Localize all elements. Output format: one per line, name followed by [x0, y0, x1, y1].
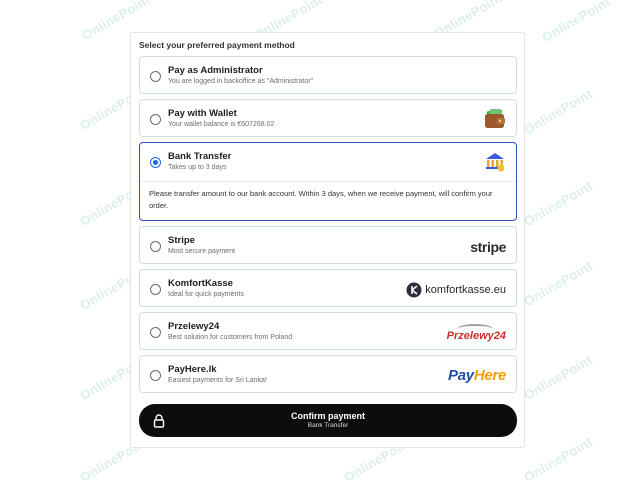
bank-icon [484, 151, 506, 173]
option-subtitle: Most secure payment [168, 248, 235, 255]
confirm-button-label: Confirm payment [290, 411, 365, 421]
payment-option-payhere[interactable]: PayHere.lk Easiest payments for Sri Lank… [139, 355, 517, 393]
option-subtitle: Takes up to 3 days [168, 164, 227, 171]
watermark-text: OnlinePoint [521, 257, 595, 310]
confirm-payment-button[interactable]: Confirm payment Bank Transfer [139, 404, 517, 437]
option-title: KomfortKasse [168, 278, 233, 289]
przelewy24-arc-icon [456, 324, 493, 334]
komfortkasse-mark-icon [406, 282, 422, 298]
radio-button[interactable] [150, 327, 161, 338]
option-subtitle: You are logged in backoffice as "Adminis… [168, 78, 314, 85]
komfortkasse-logo-text: komfortkasse.eu [425, 284, 506, 296]
radio-button[interactable] [150, 114, 161, 125]
section-heading: Select your preferred payment method [139, 40, 295, 50]
payment-option-administrator[interactable]: Pay as Administrator You are logged in b… [139, 56, 517, 94]
option-title: Przelewy24 [168, 321, 220, 332]
option-title: PayHere.lk [168, 364, 217, 375]
radio-button[interactable] [150, 71, 161, 82]
payment-option-stripe[interactable]: Stripe Most secure payment stripe [139, 226, 517, 264]
option-title: Pay as Administrator [168, 65, 263, 76]
komfortkasse-logo: komfortkasse.eu [406, 279, 506, 301]
stripe-logo-text: stripe [470, 239, 506, 255]
watermark-text: OnlinePoint [521, 351, 595, 404]
watermark-text: OnlinePoint [521, 177, 595, 230]
przelewy24-logo: Przelewy24 [447, 324, 506, 347]
confirm-button-sublabel: Bank Transfer [307, 422, 349, 429]
option-subtitle: Your wallet balance is €607268.02 [168, 121, 275, 128]
option-title: Pay with Wallet [168, 108, 237, 119]
payhere-logo: PayHere [448, 364, 506, 386]
payment-option-bank-transfer[interactable]: Bank Transfer Takes up to 3 days Please … [139, 142, 517, 221]
option-description: Please transfer amount to our bank accou… [149, 189, 493, 210]
payment-option-wallet[interactable]: Pay with Wallet Your wallet balance is €… [139, 99, 517, 137]
wallet-icon [484, 108, 506, 130]
stripe-logo: stripe [470, 236, 506, 258]
watermark-text: OnlinePoint [539, 0, 613, 46]
option-subtitle: Easiest payments for Sri Lanka! [168, 377, 267, 384]
payhere-logo-pay: Pay [448, 366, 474, 384]
radio-button[interactable] [150, 241, 161, 252]
radio-button[interactable] [150, 370, 161, 381]
option-title: Stripe [168, 235, 195, 246]
option-subtitle: Ideal for quick payments [168, 291, 244, 298]
payhere-logo-here: Here [473, 366, 506, 384]
watermark-text: OnlinePoint [521, 433, 595, 480]
watermark-text: OnlinePoint [521, 85, 595, 138]
option-subtitle: Best solution for customers from Poland [168, 334, 293, 341]
radio-button[interactable] [150, 157, 161, 168]
option-divider [140, 181, 516, 182]
payment-option-przelewy24[interactable]: Przelewy24 Best solution for customers f… [139, 312, 517, 350]
radio-button[interactable] [150, 284, 161, 295]
payment-option-komfortkasse[interactable]: KomfortKasse Ideal for quick payments ko… [139, 269, 517, 307]
option-title: Bank Transfer [168, 151, 232, 162]
